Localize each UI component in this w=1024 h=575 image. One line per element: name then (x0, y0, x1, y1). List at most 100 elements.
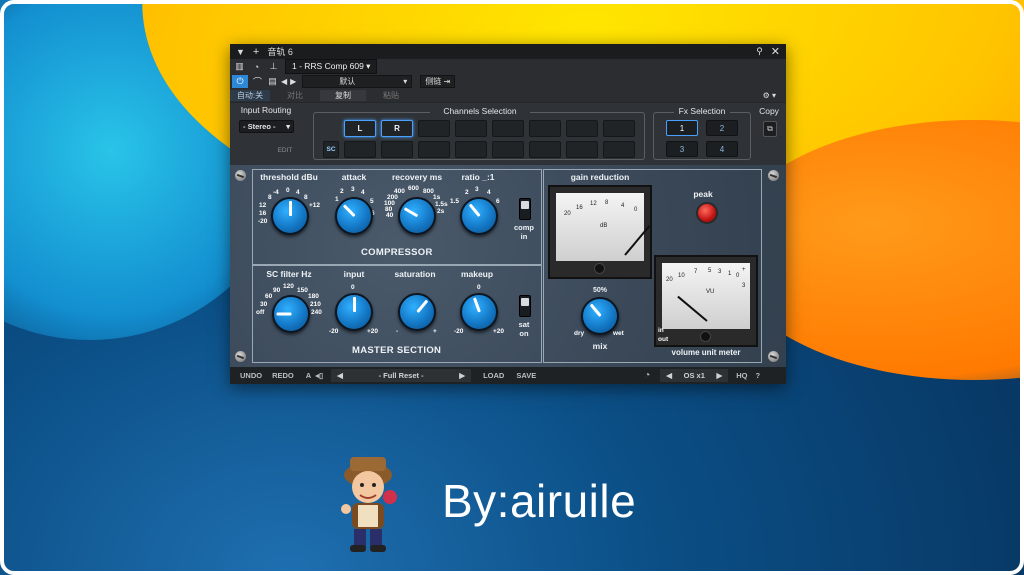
compare-button[interactable]: 对比 (272, 90, 318, 101)
oversampling-bar[interactable]: ◀ OS x1 ▶ (660, 369, 729, 382)
os-prev-icon[interactable]: ◀ (666, 371, 672, 380)
fx-1-button[interactable]: 1 (666, 120, 698, 136)
next-preset-icon[interactable]: ▶ (290, 77, 296, 86)
channel-8-button[interactable] (603, 120, 635, 137)
input-knob[interactable] (335, 293, 373, 331)
threshold-tick: 8 (304, 194, 308, 201)
save-button[interactable]: SAVE (516, 371, 536, 380)
preset-bar[interactable]: ◀ - Full Reset - ▶ (331, 369, 472, 382)
recovery-tick: 600 (408, 185, 419, 192)
compare-toolbar: 自动:关 对比 复制 粘贴 ⚙ ▾ (230, 89, 786, 102)
gr-unit: dB (600, 223, 608, 229)
channel-4-button[interactable] (455, 120, 487, 137)
recovery-label: recovery ms (391, 172, 443, 182)
screw-icon (768, 351, 779, 362)
channel-7-button[interactable] (566, 120, 598, 137)
vu-scale: 0 (736, 273, 740, 279)
sc-channel-5-button[interactable] (492, 141, 524, 158)
redo-button[interactable]: REDO (272, 371, 294, 380)
power-icon[interactable]: ⏻ (232, 75, 248, 88)
sat-on-label: sat on (518, 320, 530, 338)
gain-reduction-dial: 20 16 12 8 4 0 dB (556, 193, 651, 261)
undo-button[interactable]: UNDO (240, 371, 262, 380)
recovery-knob[interactable] (398, 197, 436, 235)
plugin-select[interactable]: 1 - RRS Comp 609 ▾ (285, 59, 378, 74)
auto-off-button[interactable]: 自动:关 (230, 90, 270, 101)
sc-button[interactable]: SC (323, 141, 339, 158)
sc-channel-3-button[interactable] (418, 141, 450, 158)
sc-channel-2-button[interactable] (381, 141, 413, 158)
threshold-knob[interactable] (271, 197, 309, 235)
routing-icon[interactable]: ⊥ (268, 61, 279, 72)
input-routing-label: Input Routing (240, 105, 292, 115)
preset-select[interactable]: 默认 ▾ (302, 75, 413, 88)
copy-label: Copy (759, 106, 779, 116)
attack-tick: 4 (361, 189, 365, 196)
scfilter-tick: 150 (297, 287, 308, 294)
vu-out-label[interactable]: out (658, 336, 668, 343)
threshold-tick: 16 (259, 210, 267, 217)
hq-button[interactable]: HQ (736, 371, 747, 380)
plus-icon[interactable]: + (253, 46, 259, 58)
ratio-label: ratio _:1 (461, 172, 495, 182)
saturation-tick: + (433, 328, 437, 335)
fx-4-button[interactable]: 4 (706, 141, 738, 157)
automation-icon[interactable]: ⌒ (252, 76, 263, 87)
prev-preset-icon[interactable]: ◀ (337, 371, 343, 380)
makeup-knob[interactable] (460, 293, 498, 331)
edit-button[interactable]: EDIT (274, 147, 296, 154)
saturation-knob[interactable] (398, 293, 436, 331)
ratio-knob[interactable] (460, 197, 498, 235)
sc-channel-6-button[interactable] (529, 141, 561, 158)
load-button[interactable]: LOAD (483, 371, 504, 380)
vu-in-label[interactable]: in (658, 327, 664, 334)
ab-button[interactable]: A (306, 371, 311, 380)
sat-on-toggle[interactable] (519, 295, 531, 317)
pin-icon[interactable]: ⚲ (756, 46, 763, 57)
threshold-label: threshold dBu (260, 172, 318, 182)
prev-preset-icon[interactable]: ◀ (281, 77, 287, 86)
window-titlebar: ▼ + 音轨 6 ⚲ ✕ (230, 44, 786, 59)
chevron-down-icon[interactable]: ▼ (236, 47, 245, 57)
sc-channel-8-button[interactable] (603, 141, 635, 158)
fx-3-button[interactable]: 3 (666, 141, 698, 157)
plugin-toolbar: ▥ ◔ ⊥ 1 - RRS Comp 609 ▾ (230, 59, 786, 74)
copy-icon[interactable]: ⧉ (763, 121, 777, 137)
gr-scale: 0 (634, 207, 638, 213)
os-next-icon[interactable]: ▶ (716, 371, 722, 380)
fx-2-button[interactable]: 2 (706, 120, 738, 136)
scfilter-tick: 240 (311, 309, 322, 316)
sc-channel-1-button[interactable] (344, 141, 376, 158)
vu-scale: 1 (728, 271, 732, 277)
ab-copy-icon[interactable]: ◂▯ (315, 371, 323, 380)
channel-6-button[interactable] (529, 120, 561, 137)
channel-l-button[interactable]: L (344, 120, 376, 137)
attack-knob[interactable] (335, 197, 373, 235)
channel-r-button[interactable]: R (381, 120, 413, 137)
close-icon[interactable]: ✕ (771, 45, 780, 58)
help-button[interactable]: ? (756, 371, 761, 380)
meter-icon[interactable]: ◔ (251, 61, 262, 72)
attack-label: attack (341, 172, 367, 182)
scfilter-tick: off (256, 309, 265, 316)
rack-icon[interactable]: ▥ (234, 61, 245, 72)
input-routing-select[interactable]: - Stereo - ▾ (239, 120, 294, 133)
makeup-label: makeup (460, 269, 494, 279)
channel-5-button[interactable] (492, 120, 524, 137)
sidechain-button[interactable]: 侧链 ⇥ (420, 75, 456, 88)
paste-button[interactable]: 粘贴 (368, 90, 414, 101)
threshold-tick: 12 (259, 202, 267, 209)
comp-in-toggle[interactable] (519, 198, 531, 220)
copy-button[interactable]: 复制 (320, 90, 366, 101)
sc-channel-4-button[interactable] (455, 141, 487, 158)
comp-in-label: comp in (513, 223, 534, 241)
scfilter-knob[interactable] (272, 295, 310, 333)
next-preset-icon[interactable]: ▶ (459, 371, 465, 380)
preset-browser-icon[interactable]: ▤ (267, 76, 278, 87)
sc-channel-7-button[interactable] (566, 141, 598, 158)
settings-icon[interactable]: ⚙ ▾ (763, 91, 776, 100)
channels-selection-label: Channels Selection (430, 106, 530, 116)
input-tick: +20 (367, 328, 379, 335)
gr-needle (624, 225, 651, 256)
channel-3-button[interactable] (418, 120, 450, 137)
